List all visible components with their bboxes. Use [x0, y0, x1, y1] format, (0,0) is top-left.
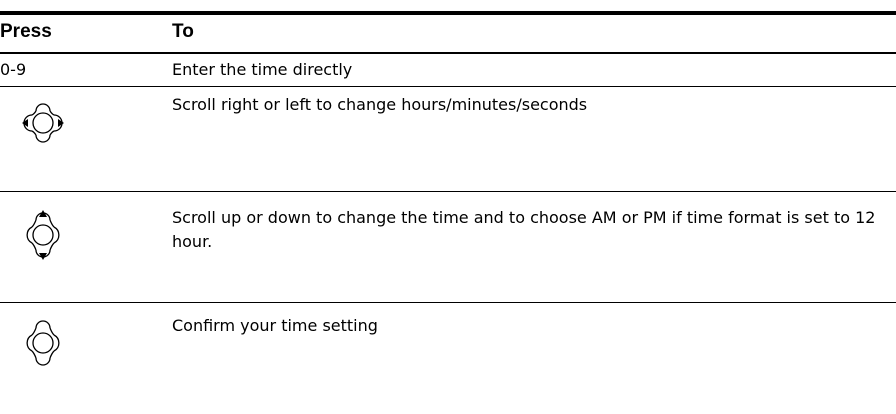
row-3-description: Scroll up or down to change the time and… — [172, 208, 876, 251]
table-top-rule — [0, 11, 896, 15]
header-rule — [0, 52, 896, 54]
row-1-description: Enter the time directly — [172, 60, 353, 79]
header-press: Press — [0, 21, 52, 42]
row-divider — [0, 191, 896, 192]
row-4-description: Confirm your time setting — [172, 316, 378, 335]
row-1-press: 0-9 — [0, 60, 27, 79]
row-2-description: Scroll right or left to change hours/min… — [172, 95, 588, 114]
row-divider — [0, 86, 896, 87]
row-divider — [0, 302, 896, 303]
nav-pad-center-icon — [26, 320, 60, 366]
nav-pad-up-down-icon — [26, 210, 60, 260]
header-to: To — [172, 21, 194, 42]
nav-pad-left-right-icon — [22, 103, 64, 143]
